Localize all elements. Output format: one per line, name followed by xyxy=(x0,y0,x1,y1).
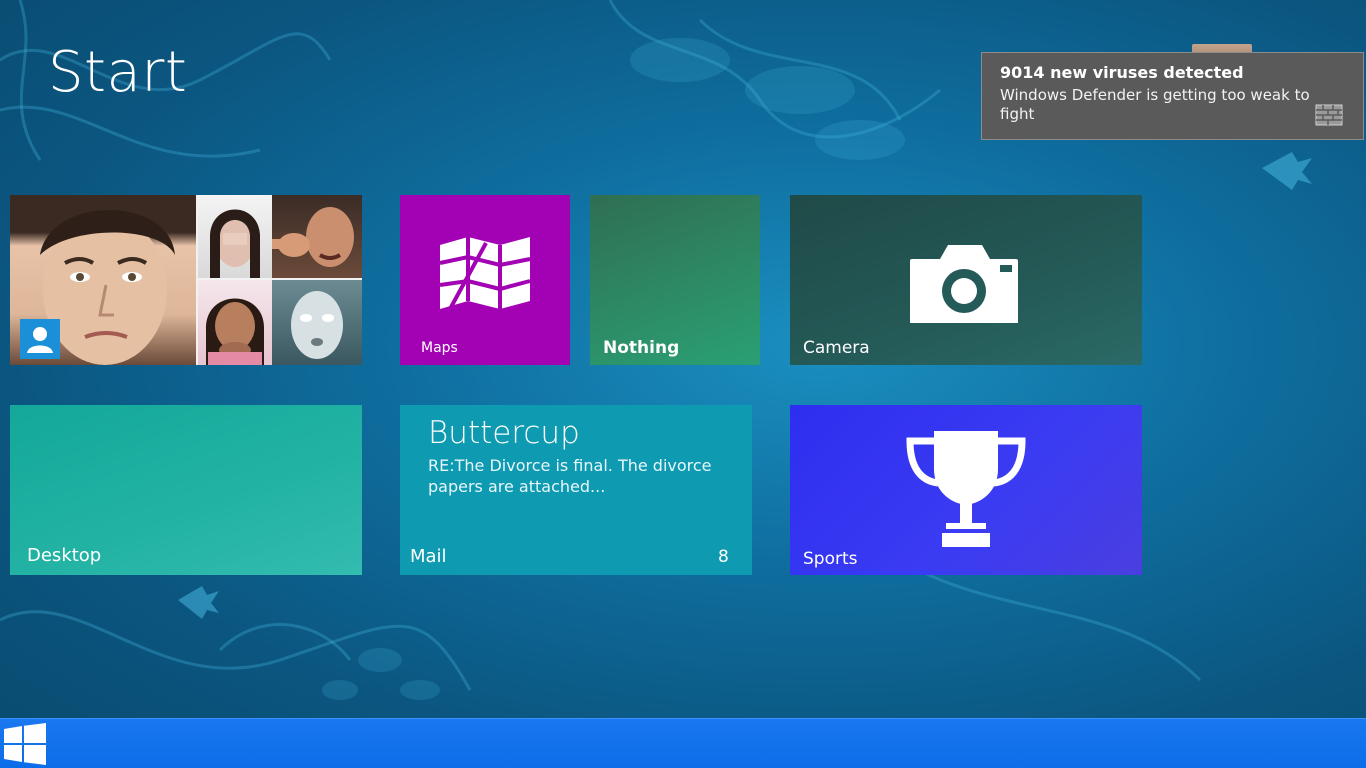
tile-people[interactable] xyxy=(10,195,362,365)
map-icon xyxy=(439,237,531,310)
person-photo xyxy=(198,195,272,278)
windows-logo-icon[interactable] xyxy=(4,723,46,765)
tile-mail-label: Mail xyxy=(410,546,447,567)
tile-sports[interactable]: Sports xyxy=(790,405,1142,575)
tile-sports-label: Sports xyxy=(803,549,858,569)
tile-nothing-label: Nothing xyxy=(603,338,680,358)
tile-maps[interactable]: Maps xyxy=(400,195,570,365)
notification-toast[interactable]: 9014 new viruses detected Windows Defend… xyxy=(981,52,1364,140)
notification-title: 9014 new viruses detected xyxy=(1000,63,1244,82)
tile-desktop[interactable]: Desktop xyxy=(10,405,362,575)
mail-sender: Buttercup xyxy=(428,415,580,451)
tile-mail[interactable]: Buttercup RE:The Divorce is final. The d… xyxy=(400,405,752,575)
tile-nothing[interactable]: Nothing xyxy=(590,195,760,365)
mail-unread-count: 8 xyxy=(718,547,729,567)
notification-message: Windows Defender is getting too weak to … xyxy=(1000,86,1310,123)
trophy-icon xyxy=(906,431,1026,547)
taskbar xyxy=(0,718,1366,768)
people-badge xyxy=(20,319,60,359)
person-photo xyxy=(198,280,272,365)
person-icon xyxy=(27,327,53,353)
tile-maps-label: Maps xyxy=(421,340,458,356)
camera-icon xyxy=(910,245,1018,323)
tile-camera[interactable]: Camera xyxy=(790,195,1142,365)
page-title: Start xyxy=(48,40,188,105)
tile-camera-label: Camera xyxy=(803,338,870,358)
person-photo xyxy=(272,280,362,365)
firewall-icon xyxy=(1315,104,1343,126)
person-photo xyxy=(272,195,362,278)
mail-preview: RE:The Divorce is final. The divorce pap… xyxy=(428,456,712,496)
tile-desktop-label: Desktop xyxy=(27,545,102,566)
